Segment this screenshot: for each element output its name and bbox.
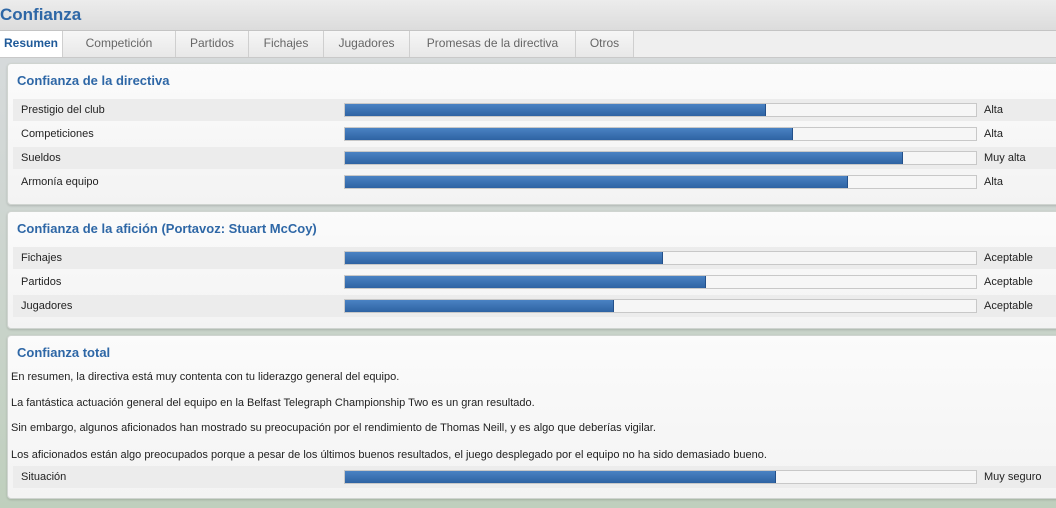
tab-jugadores[interactable]: Jugadores (324, 31, 410, 57)
tab-competicion[interactable]: Competición (63, 31, 176, 57)
board-row-prestigio: Prestigio del club Alta (13, 99, 1056, 121)
confidence-bar-fill (345, 252, 663, 264)
confidence-bar-fill (345, 104, 766, 116)
confidence-bar-fill (345, 128, 793, 140)
board-row-competiciones: Competiciones Alta (13, 123, 1056, 145)
row-label: Fichajes (21, 252, 62, 264)
confidence-bar-fill (345, 276, 707, 288)
row-label: Armonía equipo (21, 176, 99, 188)
tab-fichajes[interactable]: Fichajes (249, 31, 324, 57)
situation-row: Situación Muy seguro (13, 466, 1056, 488)
confidence-bar (344, 299, 977, 313)
row-label: Jugadores (21, 300, 73, 312)
row-value: Aceptable (984, 300, 1033, 312)
confidence-bar (344, 275, 977, 289)
fans-row-partidos: Partidos Aceptable (13, 271, 1056, 293)
row-value: Muy alta (984, 152, 1026, 164)
row-value: Aceptable (984, 276, 1033, 288)
confidence-bar (344, 127, 977, 141)
board-row-sueldos: Sueldos Muy alta (13, 147, 1056, 169)
tab-resumen[interactable]: Resumen (0, 31, 63, 57)
overall-confidence-title: Confianza total (17, 345, 111, 360)
confidence-bar (344, 175, 977, 189)
tab-promesas-directiva[interactable]: Promesas de la directiva (410, 31, 576, 57)
confidence-bar (344, 151, 977, 165)
confidence-bar-fill (345, 152, 904, 164)
row-value: Muy seguro (984, 471, 1042, 483)
title-bar: Confianza (0, 0, 1056, 31)
fans-row-jugadores: Jugadores Aceptable (13, 295, 1056, 317)
summary-paragraph: La fantástica actuación general del equi… (11, 397, 535, 409)
tab-partidos[interactable]: Partidos (176, 31, 249, 57)
tab-bar: Resumen Competición Partidos Fichajes Ju… (0, 31, 1056, 58)
confidence-bar (344, 103, 977, 117)
overall-confidence-panel: Confianza total En resumen, la directiva… (7, 335, 1056, 499)
row-value: Alta (984, 128, 1003, 140)
page-title: Confianza (0, 5, 82, 24)
row-label: Partidos (21, 276, 62, 288)
confidence-bar-fill (345, 300, 614, 312)
fans-confidence-panel: Confianza de la afición (Portavoz: Stuar… (7, 211, 1056, 329)
row-label: Sueldos (21, 152, 61, 164)
row-label: Prestigio del club (21, 104, 105, 116)
row-value: Alta (984, 176, 1003, 188)
summary-paragraph: Los aficionados están algo preocupados p… (11, 449, 767, 461)
tab-otros[interactable]: Otros (576, 31, 634, 57)
board-confidence-panel: Confianza de la directiva Prestigio del … (7, 63, 1056, 205)
fans-confidence-title: Confianza de la afición (Portavoz: Stuar… (17, 221, 317, 236)
fans-row-fichajes: Fichajes Aceptable (13, 247, 1056, 269)
summary-paragraph: En resumen, la directiva está muy conten… (11, 371, 400, 383)
board-row-armonia: Armonía equipo Alta (13, 171, 1056, 193)
row-label: Competiciones (21, 128, 94, 140)
row-value: Alta (984, 104, 1003, 116)
confidence-bar (344, 251, 977, 265)
situation-bar-fill (345, 471, 776, 483)
summary-paragraph: Sin embargo, algunos aficionados han mos… (11, 422, 656, 434)
row-label: Situación (21, 471, 67, 483)
confidence-bar-fill (345, 176, 849, 188)
board-confidence-title: Confianza de la directiva (17, 73, 170, 88)
row-value: Aceptable (984, 252, 1033, 264)
situation-bar (344, 470, 977, 484)
